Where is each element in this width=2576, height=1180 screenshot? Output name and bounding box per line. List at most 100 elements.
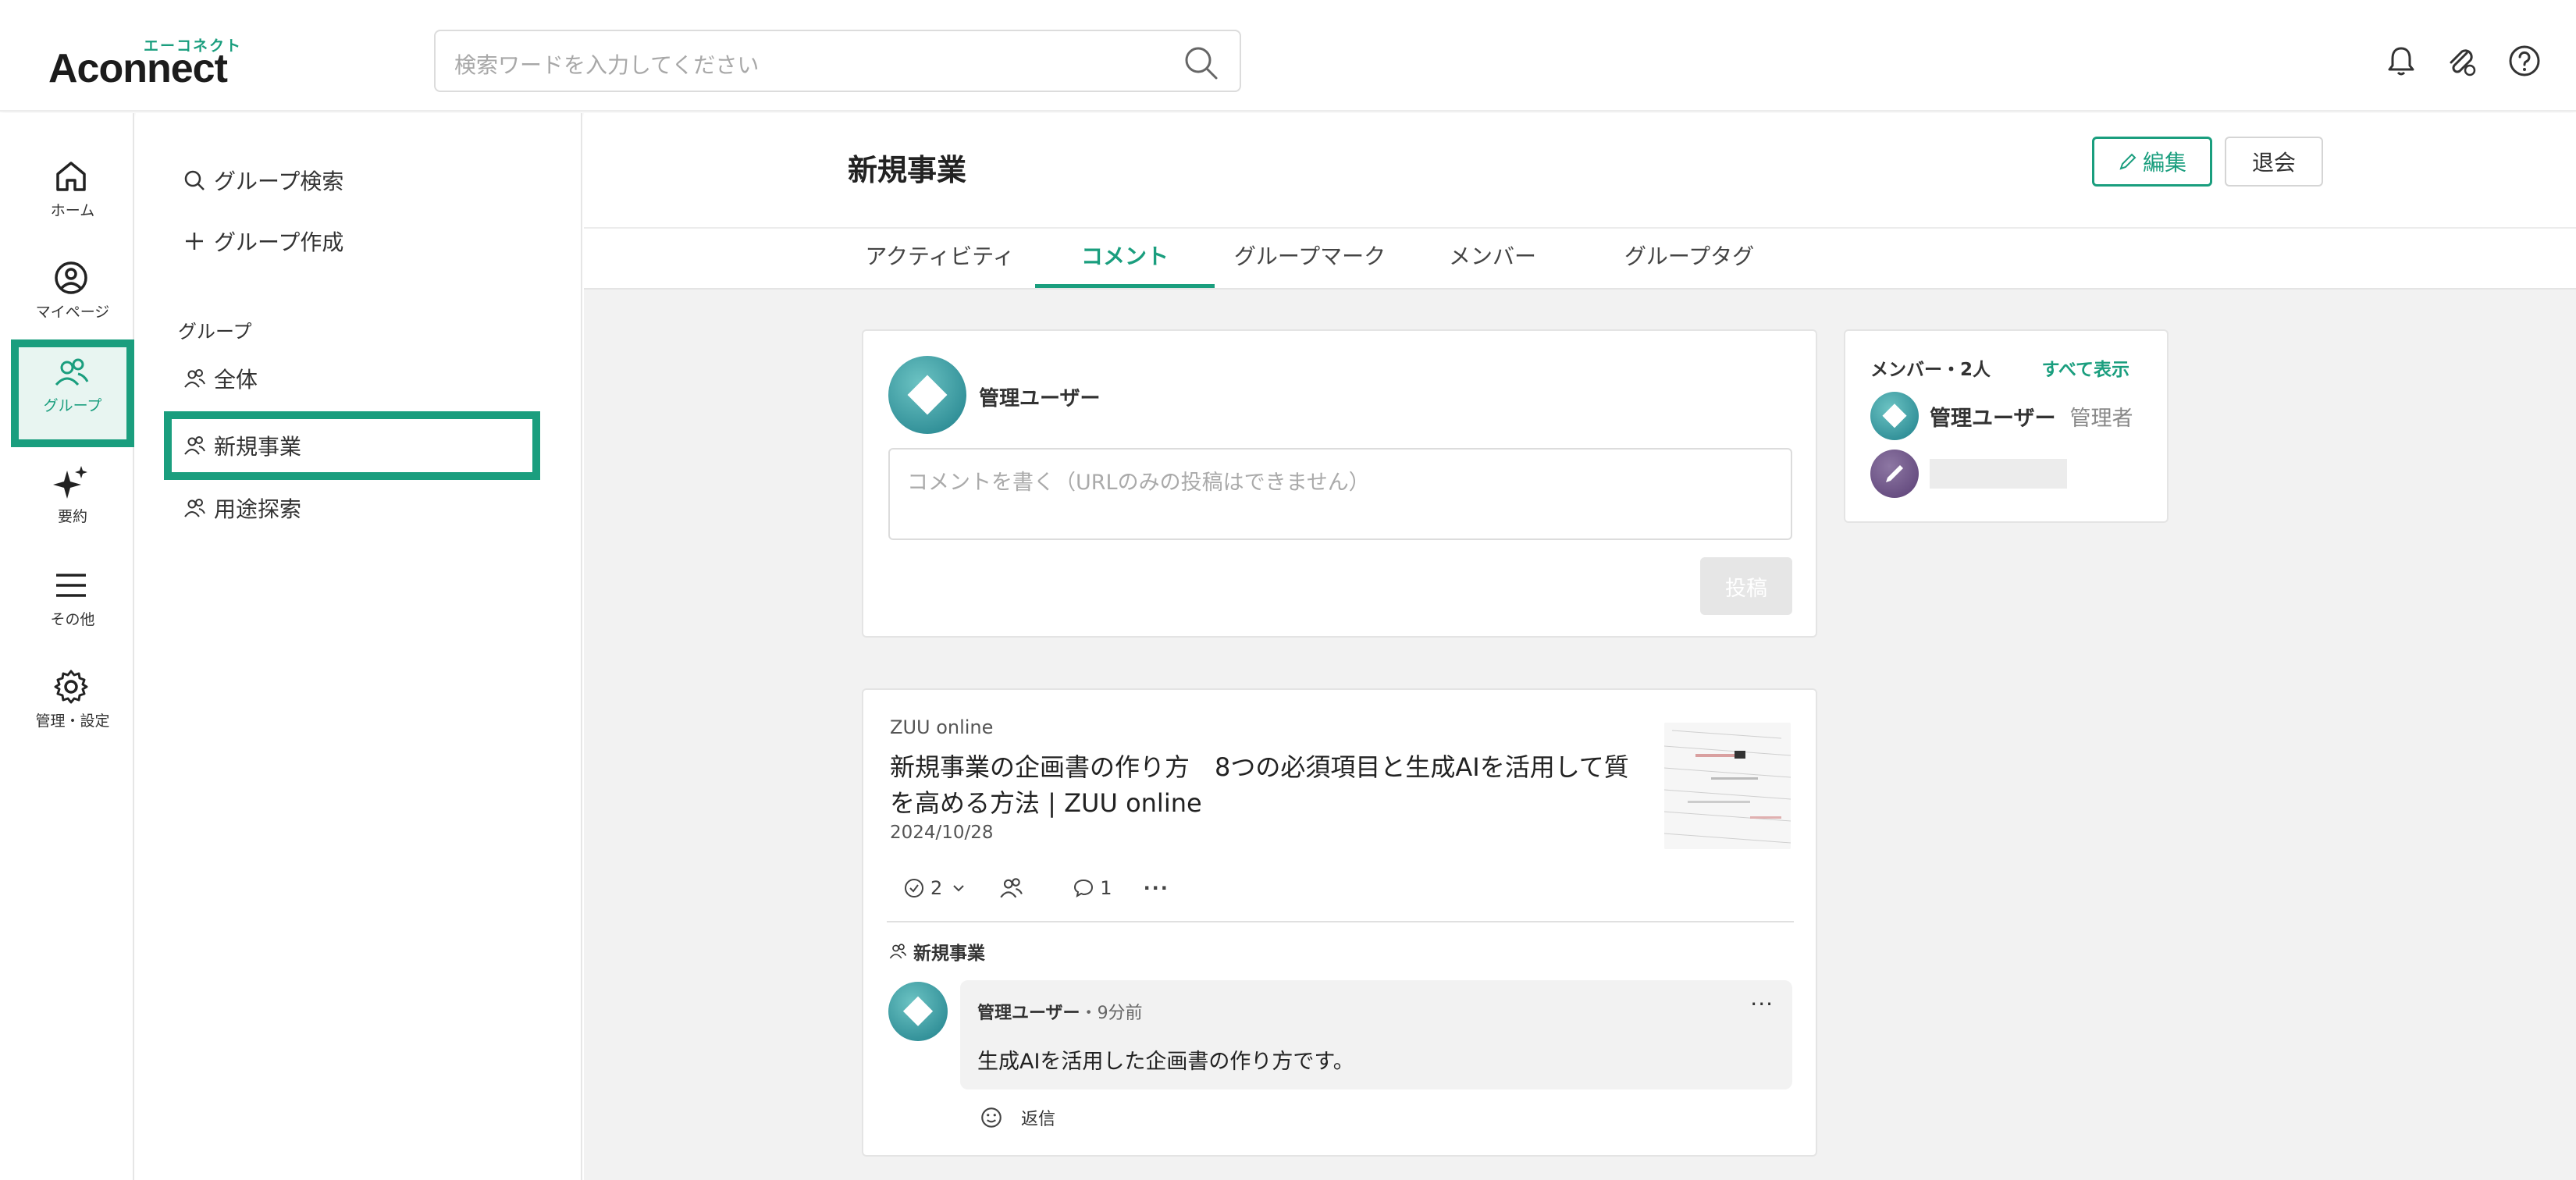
smile-icon[interactable] xyxy=(979,1105,1004,1130)
group-icon xyxy=(184,499,205,517)
paperclip-icon[interactable] xyxy=(2443,44,2478,78)
group-list-heading: グループ xyxy=(178,321,252,343)
reply-button[interactable]: 返信 xyxy=(1021,1105,1055,1130)
group-search-label: グループ検索 xyxy=(214,169,344,194)
chevron-down-icon[interactable] xyxy=(950,880,967,897)
search-placeholder: 検索ワードを入力してください xyxy=(454,52,760,78)
pencil-icon xyxy=(2119,153,2137,170)
comment-meta: 管理ユーザー・9分前 xyxy=(977,999,1143,1024)
comment-reply-row: 返信 xyxy=(979,1105,1055,1130)
article-card: ZUU online 新規事業の企画書の作り方 8つの必須項目と生成AIを活用し… xyxy=(862,688,1817,1157)
rail-item-other[interactable]: その他 xyxy=(11,555,134,658)
group-item-label: 新規事業 xyxy=(214,434,302,460)
article-group-tag[interactable]: 新規事業 xyxy=(888,938,985,965)
article-date: 2024/10/28 xyxy=(890,823,994,843)
article-thumbnail[interactable] xyxy=(1664,723,1791,849)
comment-icon[interactable] xyxy=(1072,876,1095,900)
check-count: 2 xyxy=(930,877,943,899)
tab-group-tags[interactable]: グループタグ xyxy=(1603,240,1775,288)
rail-item-home[interactable]: ホーム xyxy=(11,146,134,249)
comment-input[interactable]: コメントを書く（URLのみの投稿はできません） xyxy=(888,448,1792,540)
left-rail: ホーム マイページ グループ 要約 その他 管理・設定 xyxy=(0,113,134,1180)
avatar xyxy=(888,982,948,1041)
comment-time: ・9分前 xyxy=(1080,1004,1143,1023)
tab-label: メンバー xyxy=(1448,243,1536,269)
pencil-icon xyxy=(1886,465,1903,482)
tab-group-mark[interactable]: グループマーク xyxy=(1224,240,1396,288)
more-options-icon[interactable]: ··· xyxy=(1144,877,1169,899)
logo-wordmark: Aconnect xyxy=(48,46,228,91)
comment-text: 生成AIを活用した企画書の作り方です。 xyxy=(977,1050,1354,1074)
group-icon xyxy=(184,436,205,455)
tab-label: グループマーク xyxy=(1233,243,1386,269)
group-item-all[interactable]: 全体 xyxy=(183,355,258,402)
rail-item-label: 要約 xyxy=(57,508,87,525)
search-input[interactable]: 検索ワードを入力してください xyxy=(434,30,1241,92)
sparkle-icon xyxy=(53,466,87,499)
rail-item-group[interactable]: グループ xyxy=(11,339,134,447)
bell-icon[interactable] xyxy=(2384,44,2418,78)
group-create-link[interactable]: グループ作成 xyxy=(183,218,343,265)
group-item-youto[interactable]: 用途探索 xyxy=(183,485,301,531)
article-title[interactable]: 新規事業の企画書の作り方 8つの必須項目と生成AIを活用して質を高める方法 | … xyxy=(890,749,1639,821)
avatar xyxy=(888,356,966,434)
member-role: 管理者 xyxy=(2069,406,2133,431)
tabs-divider xyxy=(584,227,2576,229)
edit-button-label: 編集 xyxy=(2142,150,2186,176)
search-icon xyxy=(184,170,205,190)
home-icon xyxy=(56,162,86,191)
rail-item-label: ホーム xyxy=(50,202,95,219)
group-create-label: グループ作成 xyxy=(214,229,344,255)
user-circle-icon xyxy=(55,261,87,294)
tab-label: アクティビティ xyxy=(865,243,1015,269)
leave-button[interactable]: 退会 xyxy=(2225,137,2323,187)
rail-item-label: マイページ xyxy=(35,304,110,321)
menu-icon xyxy=(56,574,86,597)
app-logo[interactable]: エーコネクト Aconnect xyxy=(48,34,251,91)
rail-item-settings[interactable]: 管理・設定 xyxy=(11,656,134,759)
gear-icon xyxy=(54,670,88,704)
tab-label: コメント xyxy=(1080,243,1169,269)
leave-button-label: 退会 xyxy=(2251,150,2296,176)
post-button[interactable]: 投稿 xyxy=(1700,557,1792,615)
group-share-icon[interactable] xyxy=(998,876,1023,901)
tab-label: グループタグ xyxy=(1624,243,1755,269)
member-name-redacted xyxy=(1930,459,2067,489)
group-header: 新規事業 編集 退会 アクティビティ コメント グループマーク メンバー グルー… xyxy=(584,113,2576,290)
avatar xyxy=(1870,392,1919,440)
rail-item-mypage[interactable]: マイページ xyxy=(11,247,134,350)
group-search-link[interactable]: グループ検索 xyxy=(183,157,343,204)
member-row[interactable]: 管理ユーザー 管理者 xyxy=(1870,392,2133,440)
plus-icon xyxy=(186,233,203,250)
search-icon[interactable] xyxy=(1182,44,1219,81)
members-show-all-link[interactable]: すべて表示 xyxy=(2042,354,2129,381)
group-icon xyxy=(889,944,907,959)
main-content: 新規事業 編集 退会 アクティビティ コメント グループマーク メンバー グルー… xyxy=(584,113,2576,1180)
rail-item-summary[interactable]: 要約 xyxy=(11,452,134,555)
group-item-label: 全体 xyxy=(214,367,258,393)
group-panel: グループ検索 グループ作成 グループ 全体 新規事業 用途探索 xyxy=(136,113,582,1180)
comment-author: 管理ユーザー xyxy=(977,1004,1080,1023)
comment-more-icon[interactable]: ··· xyxy=(1750,991,1774,1017)
avatar xyxy=(1870,450,1919,498)
post-button-label: 投稿 xyxy=(1725,576,1767,601)
comment-bubble: 管理ユーザー・9分前 ··· 生成AIを活用した企画書の作り方です。 xyxy=(960,980,1792,1089)
tab-activity[interactable]: アクティビティ xyxy=(849,240,1030,288)
tab-members[interactable]: メンバー xyxy=(1416,240,1569,288)
group-item-label: 用途探索 xyxy=(214,496,302,522)
group-item-shinki[interactable]: 新規事業 xyxy=(183,422,301,469)
member-row[interactable] xyxy=(1870,450,2067,498)
check-circle-icon[interactable] xyxy=(902,876,926,900)
comment-composer-card: 管理ユーザー コメントを書く（URLのみの投稿はできません） 投稿 xyxy=(862,329,1817,638)
app-header: エーコネクト Aconnect 検索ワードを入力してください xyxy=(0,0,2576,112)
rail-item-label: グループ xyxy=(43,397,102,414)
tab-comment[interactable]: コメント xyxy=(1035,240,1215,288)
members-heading: メンバー・2人 xyxy=(1870,360,1991,380)
page-title: 新規事業 xyxy=(848,153,967,187)
help-icon[interactable] xyxy=(2507,44,2542,78)
article-source: ZUU online xyxy=(890,716,994,738)
edit-button[interactable]: 編集 xyxy=(2092,137,2212,187)
members-card: メンバー・2人 すべて表示 管理ユーザー 管理者 xyxy=(1844,329,2169,523)
rail-item-label: その他 xyxy=(50,611,95,628)
comment-count: 1 xyxy=(1100,877,1112,899)
